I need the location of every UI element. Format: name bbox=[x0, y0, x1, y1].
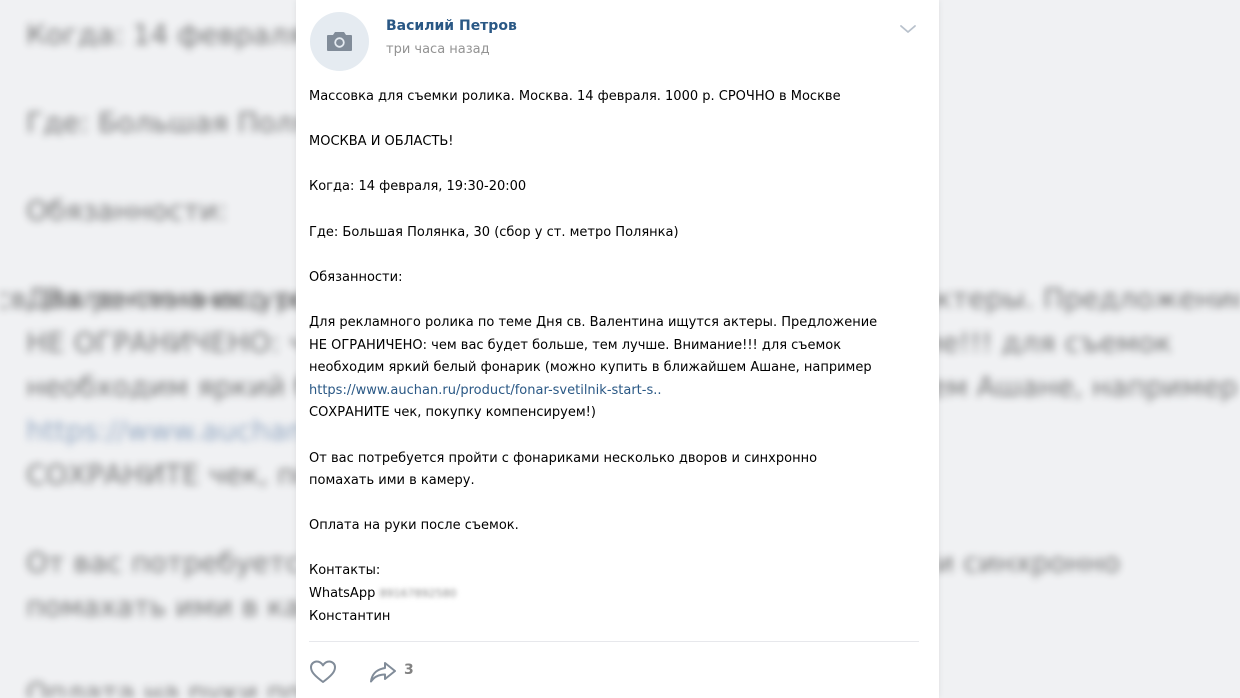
share-arrow-icon[interactable] bbox=[369, 660, 397, 684]
duties-line: необходим яркий белый фонарик (можно куп… bbox=[309, 360, 872, 376]
whatsapp-label: WhatsApp bbox=[309, 586, 376, 602]
duties-line: СОХРАНИТЕ чек, покупку компенсируем!) bbox=[309, 405, 596, 421]
heart-icon[interactable] bbox=[309, 659, 337, 685]
payment-text: Оплата на руки после съемок. bbox=[309, 518, 519, 534]
post-region: МОСКВА И ОБЛАСТЬ! bbox=[309, 134, 454, 150]
auchan-link[interactable]: https://www.auchan.ru/product/fonar-svet… bbox=[309, 383, 662, 398]
whatsapp-line: WhatsApp 89167892580 bbox=[309, 583, 919, 606]
whatsapp-number: 89167892580 bbox=[379, 587, 457, 601]
duties-label: Обязанности: bbox=[309, 269, 403, 285]
contacts-label: Контакты: bbox=[309, 563, 381, 579]
avatar[interactable] bbox=[310, 12, 369, 71]
task-line: От вас потребуется пройти с фонариками н… bbox=[309, 450, 818, 466]
task-line: помахать ими в камеру. bbox=[309, 473, 475, 489]
post-card: Василий Петров три часа назад Массовка д… bbox=[296, 0, 939, 698]
share-count: 3 bbox=[404, 662, 414, 678]
duties-line: НЕ ОГРАНИЧЕНО: чем вас будет больше, тем… bbox=[309, 337, 842, 353]
post-title: Массовка для съемки ролика. Москва. 14 ф… bbox=[309, 89, 841, 104]
duties-line: Для рекламного ролика по теме Дня св. Ва… bbox=[309, 314, 878, 330]
divider bbox=[309, 641, 919, 642]
post-time[interactable]: три часа назад bbox=[386, 42, 490, 57]
bg-line: Обязанности: bbox=[26, 194, 228, 227]
post-text: Массовка для съемки ролика. Москва. 14 ф… bbox=[309, 86, 919, 628]
camera-icon bbox=[327, 32, 352, 51]
author-name[interactable]: Василий Петров bbox=[386, 18, 517, 34]
post-where: Где: Большая Полянка, 30 (сбор у ст. мет… bbox=[309, 224, 679, 240]
contact-name: Константин bbox=[309, 608, 391, 624]
post-when: Когда: 14 февраля, 19:30-20:00 bbox=[309, 179, 527, 195]
chevron-down-icon[interactable] bbox=[898, 22, 918, 36]
